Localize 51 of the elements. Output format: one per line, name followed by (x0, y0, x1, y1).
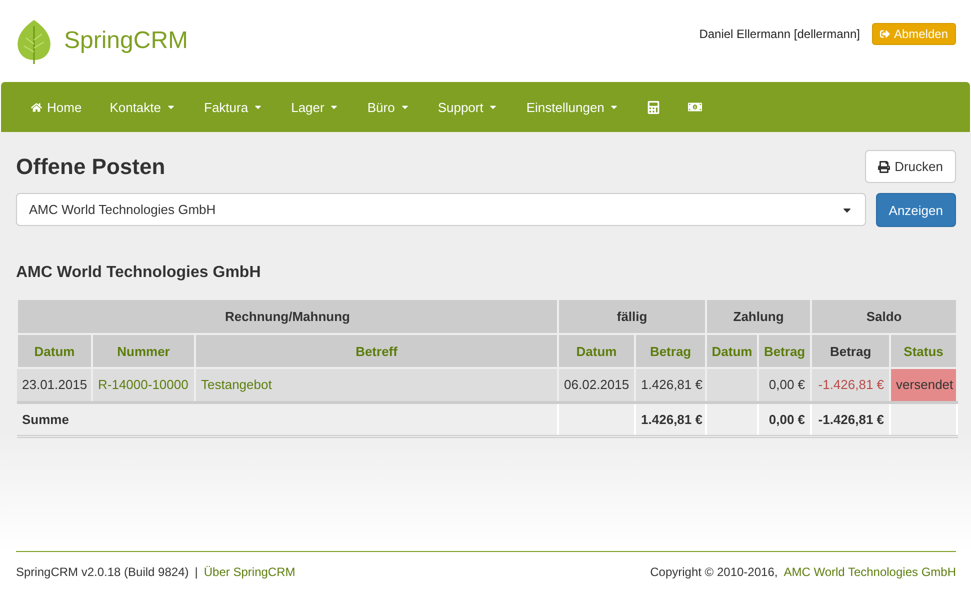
calculator-icon[interactable] (647, 100, 660, 114)
sortable-column-header[interactable]: Status (890, 334, 958, 368)
printer-icon (878, 160, 890, 172)
group-header: Rechnung/Mahnung (17, 300, 558, 334)
nav-item[interactable]: Support (424, 100, 512, 114)
sortable-column-header[interactable]: Betrag (635, 334, 706, 368)
logout-button[interactable]: Abmelden (872, 23, 956, 45)
sortable-column-header[interactable]: Betreff (195, 334, 558, 368)
sortable-column-header[interactable]: Nummer (92, 334, 195, 368)
version-text: SpringCRM v2.0.18 (Build 9824) (16, 564, 189, 578)
balance-cell: -1.426,81 € (811, 368, 890, 402)
status-cell: versendet (890, 368, 958, 402)
about-link[interactable]: Über SpringCRM (204, 564, 296, 578)
copyright-text: Copyright © 2010-2016, (650, 564, 778, 578)
home-icon (31, 102, 42, 112)
sign-out-icon (880, 29, 890, 39)
nav-item[interactable]: Home (17, 100, 96, 114)
table-cell: 1.426,81 € (635, 368, 706, 402)
page-title: Offene Posten (16, 154, 166, 180)
leaf-logo-icon (16, 18, 52, 64)
total-cell: 0,00 € (758, 402, 812, 436)
total-label: Summe (17, 402, 558, 436)
nav-item[interactable]: Büro (353, 100, 424, 114)
nav-item[interactable]: Kontakte (96, 100, 190, 114)
brand-name: SpringCRM (64, 27, 188, 55)
sortable-column-header[interactable]: Datum (558, 334, 636, 368)
column-header: Betrag (811, 334, 890, 368)
table-cell: 0,00 € (758, 368, 812, 402)
nav-item[interactable]: Lager (277, 100, 354, 114)
section-title: AMC World Technologies GmbH (16, 264, 262, 282)
total-cell: -1.426,81 € (811, 402, 890, 436)
table-cell: 23.01.2015 (17, 368, 92, 402)
table-cell: 06.02.2015 (558, 368, 636, 402)
show-button[interactable]: Anzeigen (876, 193, 956, 227)
user-name: Daniel Ellermann [dellermann] (699, 27, 860, 41)
nav-item[interactable]: Einstellungen (512, 100, 634, 114)
sortable-column-header[interactable]: Betrag (758, 334, 812, 368)
group-header: Zahlung (706, 300, 812, 334)
sortable-column-header[interactable]: Datum (17, 334, 92, 368)
invoice-number-link[interactable]: R-14000-10000 (92, 368, 195, 402)
group-header: fällig (558, 300, 706, 334)
print-button[interactable]: Drucken (864, 150, 956, 183)
nav-item[interactable]: Faktura (190, 100, 278, 114)
total-cell: 1.426,81 € (635, 402, 706, 436)
group-header: Saldo (811, 300, 958, 334)
banknote-icon[interactable] (688, 100, 702, 114)
sortable-column-header[interactable]: Datum (706, 334, 758, 368)
company-link[interactable]: AMC World Technologies GmbH (784, 564, 956, 578)
separator: | (194, 564, 198, 578)
customer-select[interactable]: AMC World Technologies GmbH (16, 193, 866, 226)
subject-link[interactable]: Testangebot (195, 368, 558, 402)
